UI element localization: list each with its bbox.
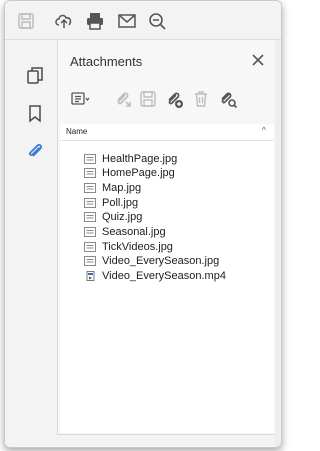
page-thumbnails-icon[interactable] [25,65,45,85]
open-attachment-icon[interactable] [113,89,133,109]
toolbar [5,1,281,39]
image-file-icon [84,256,96,267]
file-name: Video_EverySeason.mp4 [102,270,226,283]
list-header[interactable]: Name ^ [60,124,274,141]
image-file-icon [84,241,96,252]
list-item[interactable]: Quiz.jpg [84,210,142,225]
image-file-icon [84,212,96,223]
search-attachment-icon[interactable] [218,89,238,109]
file-name: TickVideos.jpg [102,240,173,253]
file-name: HealthPage.jpg [102,152,178,165]
attachments-panel: Attachments Name ^ HealthPage.jpg HomePag… [57,40,277,435]
add-attachment-icon[interactable] [164,89,184,109]
save-icon[interactable] [15,10,37,32]
print-icon[interactable] [84,10,106,32]
navigation-rail [5,40,57,447]
email-icon[interactable] [116,10,138,32]
image-file-icon [84,197,96,208]
document-edge [275,40,281,447]
list-item[interactable]: Seasonal.jpg [84,225,166,240]
list-item[interactable]: Video_EverySeason.jpg [84,254,219,269]
list-item[interactable]: HealthPage.jpg [84,151,177,166]
image-file-icon [84,182,96,193]
file-name: Quiz.jpg [102,211,143,224]
options-menu-icon[interactable] [70,89,90,109]
list-item[interactable]: Poll.jpg [84,195,138,210]
file-name: Seasonal.jpg [102,226,166,238]
upload-cloud-icon[interactable] [53,10,75,32]
zoom-out-icon[interactable] [146,10,168,32]
file-name: Poll.jpg [102,196,139,209]
sort-indicator[interactable]: ^ [262,125,266,135]
save-attachment-icon[interactable] [138,89,158,109]
list-item[interactable]: HomePage.jpg [84,166,175,181]
image-file-icon [84,153,96,164]
video-file-icon [84,271,96,282]
file-name: Video_EverySeason.jpg [102,255,220,268]
list-item[interactable]: Map.jpg [84,180,141,195]
attachment-list: HealthPage.jpg HomePage.jpg Map.jpg Poll.jp… [60,141,274,433]
list-item[interactable]: Video_EverySeason.mp4 [84,269,226,284]
image-file-icon [84,227,96,237]
panel-title: Attachments [70,54,143,69]
file-name: HomePage.jpg [102,167,175,180]
image-file-icon [84,168,96,179]
close-icon[interactable] [250,52,266,68]
paperclip-icon[interactable] [25,141,45,161]
file-name: Map.jpg [102,181,142,194]
bookmark-icon[interactable] [25,103,45,123]
attachments-window: Attachments Name ^ HealthPage.jpg HomePag… [4,0,282,448]
delete-attachment-icon[interactable] [191,89,211,109]
list-item[interactable]: TickVideos.jpg [84,239,173,254]
column-header-name[interactable]: Name [66,127,87,136]
